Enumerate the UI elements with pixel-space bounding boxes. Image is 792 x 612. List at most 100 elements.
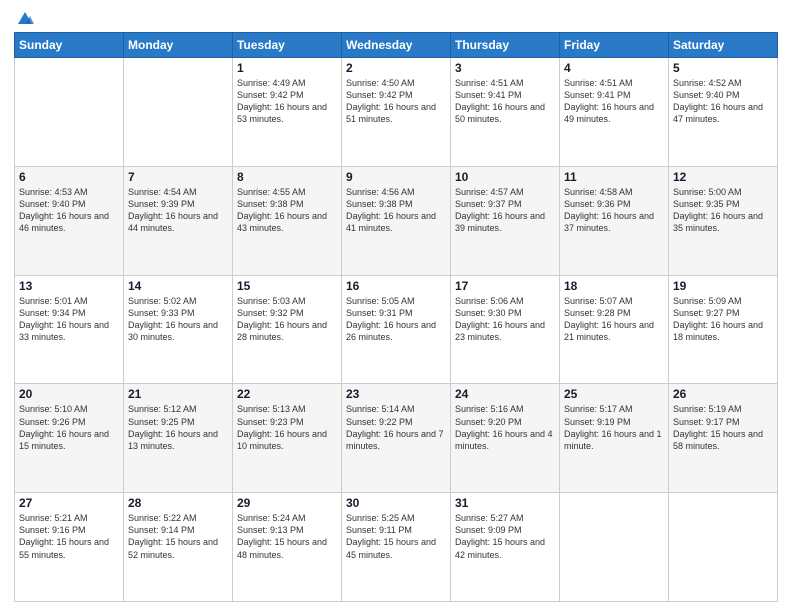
calendar-cell: 25 Sunrise: 5:17 AMSunset: 9:19 PMDayligh… [560, 384, 669, 493]
day-number: 6 [19, 170, 119, 184]
day-number: 8 [237, 170, 337, 184]
calendar-cell: 22Sunrise: 5:13 AMSunset: 9:23 PMDayligh… [233, 384, 342, 493]
calendar-cell: 4Sunrise: 4:51 AMSunset: 9:41 PMDaylight… [560, 58, 669, 167]
day-number: 19 [673, 279, 773, 293]
calendar-cell: 5Sunrise: 4:52 AMSunset: 9:40 PMDaylight… [669, 58, 778, 167]
cell-info: Sunset: 9:30 PM [455, 307, 555, 319]
cell-info: Sunrise: 5:14 AM [346, 403, 446, 415]
logo-icon [16, 10, 34, 28]
cell-info: Daylight: 16 hours and 35 minutes. [673, 210, 773, 234]
cell-info: Sunset: 9:37 PM [455, 198, 555, 210]
cell-info: Sunrise: 5:00 AM [673, 186, 773, 198]
cell-info: Daylight: 16 hours and 26 minutes. [346, 319, 446, 343]
cell-info: Daylight: 15 hours and 42 minutes. [455, 536, 555, 560]
calendar-cell: 23Sunrise: 5:14 AMSunset: 9:22 PMDayligh… [342, 384, 451, 493]
cell-info: Sunrise: 5:19 AM [673, 403, 773, 415]
calendar-cell: 24 Sunrise: 5:16 AMSunset: 9:20 PMDayligh… [451, 384, 560, 493]
cell-info: Daylight: 16 hours and 21 minutes. [564, 319, 664, 343]
calendar-cell: 31 Sunrise: 5:27 AMSunset: 9:09 PMDayligh… [451, 493, 560, 602]
header [14, 12, 778, 24]
cell-info: Sunset: 9:32 PM [237, 307, 337, 319]
cell-info: Daylight: 16 hours and 41 minutes. [346, 210, 446, 234]
cell-info: Sunset: 9:40 PM [673, 89, 773, 101]
cell-info: Sunset: 9:13 PM [237, 524, 337, 536]
calendar-cell: 13Sunrise: 5:01 AMSunset: 9:34 PMDayligh… [15, 275, 124, 384]
cell-info: Sunrise: 5:16 AM [455, 403, 555, 415]
cell-info: Sunrise: 5:21 AM [19, 512, 119, 524]
calendar-cell: 21Sunrise: 5:12 AMSunset: 9:25 PMDayligh… [124, 384, 233, 493]
day-number: 11 [564, 170, 664, 184]
calendar-cell: 29Sunrise: 5:24 AMSunset: 9:13 PMDayligh… [233, 493, 342, 602]
calendar-cell [15, 58, 124, 167]
cell-info: Sunset: 9:09 PM [455, 524, 555, 536]
page: SundayMondayTuesdayWednesdayThursdayFrid… [0, 0, 792, 612]
calendar-cell: 27Sunrise: 5:21 AMSunset: 9:16 PMDayligh… [15, 493, 124, 602]
cell-info: Sunset: 9:20 PM [455, 416, 555, 428]
cell-info: Sunrise: 4:53 AM [19, 186, 119, 198]
cell-info: Sunrise: 4:54 AM [128, 186, 228, 198]
calendar-cell: 26Sunrise: 5:19 AMSunset: 9:17 PMDayligh… [669, 384, 778, 493]
cell-info: Sunset: 9:19 PM [564, 416, 664, 428]
cell-info: Sunrise: 4:52 AM [673, 77, 773, 89]
cell-info: Daylight: 16 hours and 10 minutes. [237, 428, 337, 452]
cell-info: Sunset: 9:36 PM [564, 198, 664, 210]
cell-info: Sunset: 9:23 PM [237, 416, 337, 428]
calendar-day-header: Tuesday [233, 33, 342, 58]
day-number: 24 [455, 387, 555, 401]
cell-info: Sunrise: 5:06 AM [455, 295, 555, 307]
day-number: 31 [455, 496, 555, 510]
cell-info: Sunset: 9:34 PM [19, 307, 119, 319]
cell-info: Daylight: 16 hours and 44 minutes. [128, 210, 228, 234]
cell-info: Daylight: 16 hours and 49 minutes. [564, 101, 664, 125]
cell-info: Sunrise: 4:55 AM [237, 186, 337, 198]
day-number: 14 [128, 279, 228, 293]
calendar-cell [124, 58, 233, 167]
cell-info: Daylight: 16 hours and 18 minutes. [673, 319, 773, 343]
calendar-cell: 1Sunrise: 4:49 AMSunset: 9:42 PMDaylight… [233, 58, 342, 167]
cell-info: Sunrise: 4:51 AM [455, 77, 555, 89]
cell-info: Daylight: 16 hours and 1 minute. [564, 428, 664, 452]
calendar-week-row: 20Sunrise: 5:10 AMSunset: 9:26 PMDayligh… [15, 384, 778, 493]
calendar-cell: 2Sunrise: 4:50 AMSunset: 9:42 PMDaylight… [342, 58, 451, 167]
cell-info: Daylight: 16 hours and 37 minutes. [564, 210, 664, 234]
cell-info: Sunrise: 5:17 AM [564, 403, 664, 415]
calendar-cell [560, 493, 669, 602]
cell-info: Sunrise: 5:09 AM [673, 295, 773, 307]
cell-info: Daylight: 16 hours and 28 minutes. [237, 319, 337, 343]
day-number: 28 [128, 496, 228, 510]
cell-info: Daylight: 15 hours and 45 minutes. [346, 536, 446, 560]
day-number: 16 [346, 279, 446, 293]
day-number: 5 [673, 61, 773, 75]
day-number: 23 [346, 387, 446, 401]
day-number: 26 [673, 387, 773, 401]
day-number: 25 [564, 387, 664, 401]
cell-info: Daylight: 16 hours and 15 minutes. [19, 428, 119, 452]
day-number: 3 [455, 61, 555, 75]
cell-info: Sunset: 9:38 PM [346, 198, 446, 210]
cell-info: Sunset: 9:33 PM [128, 307, 228, 319]
cell-info: Sunrise: 5:25 AM [346, 512, 446, 524]
cell-info: Sunset: 9:26 PM [19, 416, 119, 428]
cell-info: Sunset: 9:41 PM [564, 89, 664, 101]
cell-info: Daylight: 16 hours and 50 minutes. [455, 101, 555, 125]
cell-info: Sunrise: 4:58 AM [564, 186, 664, 198]
cell-info: Daylight: 16 hours and 39 minutes. [455, 210, 555, 234]
cell-info: Sunset: 9:27 PM [673, 307, 773, 319]
cell-info: Daylight: 15 hours and 55 minutes. [19, 536, 119, 560]
calendar-header-row: SundayMondayTuesdayWednesdayThursdayFrid… [15, 33, 778, 58]
cell-info: Daylight: 16 hours and 4 minutes. [455, 428, 555, 452]
cell-info: Sunrise: 5:10 AM [19, 403, 119, 415]
cell-info: Sunset: 9:14 PM [128, 524, 228, 536]
day-number: 12 [673, 170, 773, 184]
cell-info: Sunrise: 4:56 AM [346, 186, 446, 198]
cell-info: Daylight: 15 hours and 58 minutes. [673, 428, 773, 452]
cell-info: Sunset: 9:39 PM [128, 198, 228, 210]
cell-info: Sunrise: 5:27 AM [455, 512, 555, 524]
cell-info: Sunrise: 5:07 AM [564, 295, 664, 307]
calendar-week-row: 13Sunrise: 5:01 AMSunset: 9:34 PMDayligh… [15, 275, 778, 384]
calendar-day-header: Sunday [15, 33, 124, 58]
cell-info: Daylight: 16 hours and 46 minutes. [19, 210, 119, 234]
day-number: 27 [19, 496, 119, 510]
cell-info: Sunrise: 5:13 AM [237, 403, 337, 415]
day-number: 21 [128, 387, 228, 401]
